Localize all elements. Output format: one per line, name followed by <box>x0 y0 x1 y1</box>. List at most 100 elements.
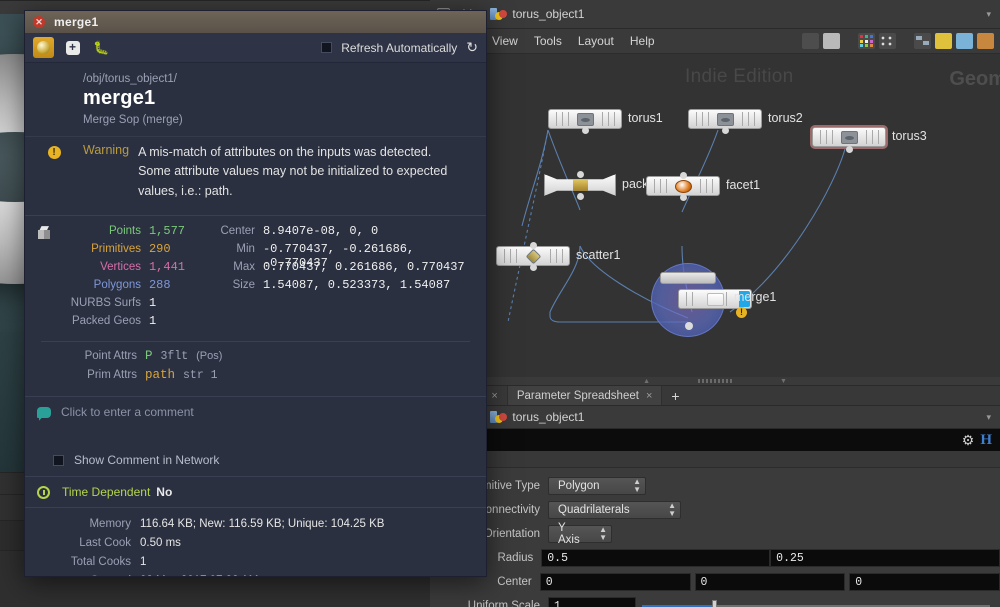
comment-textarea[interactable] <box>25 419 486 453</box>
node-merge1[interactable]: merge1 ! <box>651 263 776 337</box>
last-cook-label: Last Cook <box>79 537 131 550</box>
screen: + obj › torus_object1 ▾ it Go View Tools… <box>0 0 1000 607</box>
uniform-scale-slider[interactable] <box>642 597 990 607</box>
menu-tools[interactable]: Tools <box>526 29 570 54</box>
gear-icon[interactable]: ⚙ <box>962 432 975 449</box>
node-warning-badge[interactable]: ! <box>736 307 747 318</box>
network-box-icon[interactable] <box>914 33 931 49</box>
splitter-collapse-up-icon[interactable]: ▲ <box>643 378 650 385</box>
splitter-collapse-down-icon[interactable]: ▼ <box>780 378 787 385</box>
node-facet1[interactable]: facet1 <box>646 172 760 201</box>
node-scatter1[interactable]: scatter1 <box>496 242 620 271</box>
network-breadcrumb[interactable]: + obj › torus_object1 ▾ <box>430 0 1000 29</box>
pane-splitter[interactable]: ▲ ▼ <box>430 377 1000 386</box>
param-orientation: Orientation Y Axis ▲ ▼ <box>430 522 1000 546</box>
menu-layout[interactable]: Layout <box>570 29 622 54</box>
comment-input-row[interactable]: Click to enter a comment <box>25 405 486 419</box>
node-output-connector[interactable] <box>680 194 687 201</box>
node-label: scatter1 <box>576 248 621 262</box>
node-torus2[interactable]: torus2 <box>688 109 803 134</box>
node-body[interactable] <box>646 176 720 196</box>
object-node-icon <box>490 410 508 425</box>
stat-max: Max 0.770437, 0.261686, 0.770437 <box>207 260 486 275</box>
refresh-icon[interactable]: ↻ <box>466 39 478 56</box>
breadcrumb-object[interactable]: torus_object1 <box>512 7 584 21</box>
debug-icon[interactable]: 🐛 <box>91 37 112 58</box>
attr-type: 3flt <box>160 350 189 364</box>
orientation-dropdown[interactable]: Y Axis ▲ ▼ <box>548 522 612 546</box>
attr-prim: Prim Attrs path str 1 <box>41 368 470 387</box>
show-comment-checkbox[interactable] <box>53 454 64 466</box>
network-canvas[interactable]: Indie Edition Geom torus1 torus2 torus3 … <box>430 54 1000 377</box>
primitive-type-dropdown[interactable]: Polygon ▲ ▼ <box>548 477 646 495</box>
splitter-grip[interactable] <box>698 379 732 383</box>
node-torus1[interactable]: torus1 <box>548 109 663 134</box>
geometry-info-icon[interactable] <box>33 37 54 58</box>
bottom-breadcrumb[interactable]: + obj › torus_object1 ▾ <box>430 406 1000 429</box>
menu-view[interactable]: View <box>484 29 526 54</box>
crate-icon[interactable] <box>977 33 994 49</box>
stat-value: 1.54087, 0.523373, 1.54087 <box>263 278 451 293</box>
color-grid-icon[interactable] <box>858 33 875 49</box>
geometry-cube-icon <box>25 224 63 329</box>
close-icon[interactable]: × <box>646 390 652 402</box>
uniform-scale-field[interactable]: 1 <box>548 597 636 607</box>
node-body[interactable] <box>812 127 886 147</box>
dots-grid-icon[interactable] <box>879 33 896 49</box>
close-icon[interactable]: × <box>491 390 497 402</box>
add-pane-icon[interactable]: + <box>62 37 83 58</box>
parameter-node-name-bar[interactable]: torus3 ⚙ H <box>430 429 1000 451</box>
center-field-z[interactable]: 0 <box>849 573 1000 591</box>
tree-list-icon[interactable] <box>802 33 819 49</box>
comment-bubble-icon <box>37 406 51 418</box>
row-last-cook: Last Cook 0.50 ms <box>25 537 486 556</box>
row-memory: Memory 116.64 KB; New: 116.59 KB; Unique… <box>25 518 486 537</box>
breadcrumb-caret-icon[interactable]: ▾ <box>986 9 994 20</box>
memory-section: Memory 116.64 KB; New: 116.59 KB; Unique… <box>25 508 486 576</box>
node-output-connector[interactable] <box>582 127 589 134</box>
stat-value: 1 <box>148 314 157 329</box>
breadcrumb-caret-icon[interactable]: ▾ <box>986 412 994 423</box>
time-dependent-section: Time Dependent No <box>25 476 486 509</box>
slider-knob[interactable] <box>712 599 717 607</box>
time-dependent-label: Time Dependent <box>62 485 151 500</box>
node-torus3[interactable]: torus3 <box>812 127 927 153</box>
add-tab-button[interactable]: + <box>662 386 688 405</box>
node-input-connector[interactable] <box>680 172 687 179</box>
dialog-title-bar[interactable]: ✕ merge1 <box>25 11 486 33</box>
dialog-title: merge1 <box>54 15 99 29</box>
node-output-connector[interactable] <box>577 193 584 200</box>
show-comment-row[interactable]: Show Comment in Network <box>25 453 486 476</box>
node-output-connector[interactable] <box>722 127 729 134</box>
layers-icon[interactable] <box>823 33 840 49</box>
connectivity-dropdown[interactable]: Quadrilaterals ▲ ▼ <box>548 501 681 519</box>
close-icon[interactable]: ✕ <box>33 16 45 28</box>
row-total-cooks: Total Cooks 1 <box>25 556 486 575</box>
node-body[interactable] <box>548 109 622 129</box>
node-input-connector[interactable] <box>530 242 537 249</box>
stats-column-bounds: Center 8.9407e-08, 0, 0 Min -0.770437, -… <box>207 224 486 329</box>
refresh-automatically-checkbox[interactable] <box>321 42 333 53</box>
stat-value: 8.9407e-08, 0, 0 <box>263 224 379 239</box>
radius-field-1[interactable]: 0.5 <box>541 549 771 567</box>
node-header: /obj/torus_object1/ merge1 Merge Sop (me… <box>25 63 486 136</box>
comment-placeholder[interactable]: Click to enter a comment <box>61 405 194 419</box>
stat-value: 1 <box>148 296 157 311</box>
node-info-dialog[interactable]: ✕ merge1 + 🐛 Refresh Automatically ↻ /ob… <box>24 10 487 577</box>
node-body[interactable] <box>688 109 762 129</box>
node-pack1[interactable]: pack1 <box>544 171 655 200</box>
tab-parameter-spreadsheet[interactable]: Parameter Spreadsheet × <box>507 386 663 405</box>
center-field-x[interactable]: 0 <box>539 573 691 591</box>
node-output-connector[interactable] <box>846 146 853 153</box>
network-editor-pane: + obj › torus_object1 ▾ it Go View Tools… <box>430 0 1000 377</box>
breadcrumb-object[interactable]: torus_object1 <box>512 410 584 424</box>
center-field-y[interactable]: 0 <box>694 573 846 591</box>
radius-field-2[interactable]: 0.25 <box>770 549 1000 567</box>
node-input-connector[interactable] <box>577 171 584 178</box>
image-plane-icon[interactable] <box>956 33 973 49</box>
node-output-connector[interactable] <box>530 264 537 271</box>
menu-help[interactable]: Help <box>622 29 663 54</box>
sticky-note-icon[interactable] <box>935 33 952 49</box>
node-body[interactable] <box>496 246 570 266</box>
stat-size: Size 1.54087, 0.523373, 1.54087 <box>207 278 486 293</box>
